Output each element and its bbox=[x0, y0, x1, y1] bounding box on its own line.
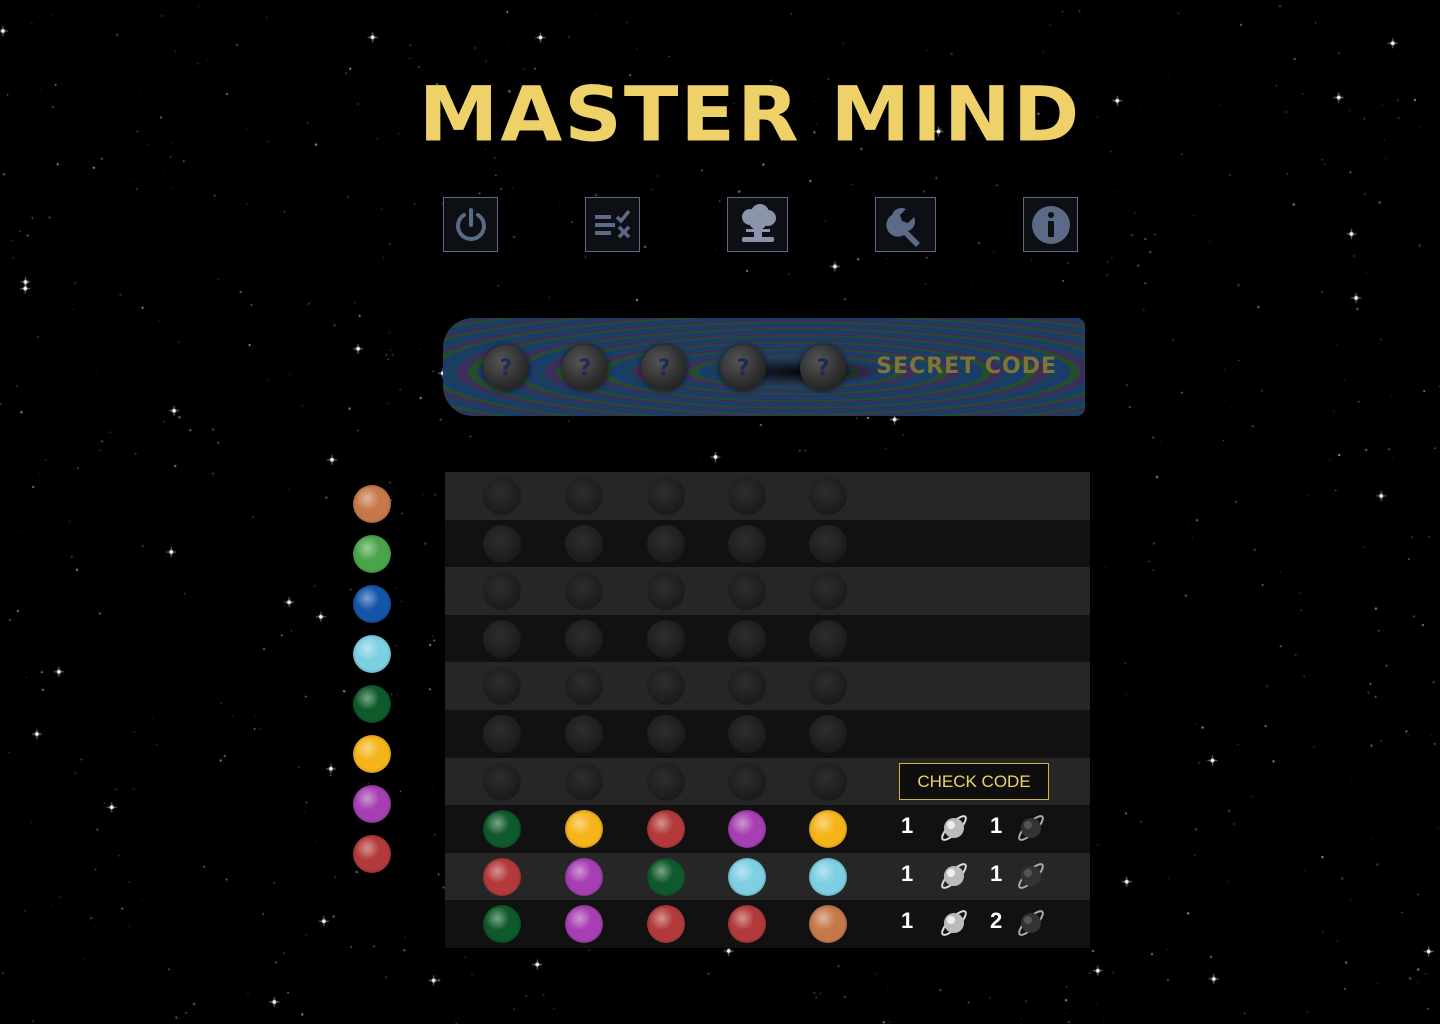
guess-peg-darkgreen bbox=[483, 905, 521, 944]
partial-match-count: 1 bbox=[990, 860, 1003, 886]
empty-slot bbox=[728, 572, 766, 611]
empty-slot bbox=[809, 524, 847, 563]
info-button[interactable] bbox=[1023, 197, 1078, 252]
power-icon bbox=[455, 207, 486, 241]
empty-slot bbox=[483, 477, 521, 515]
empty-slot bbox=[565, 619, 603, 658]
secret-slot: ? bbox=[800, 345, 846, 391]
planet-partial-icon bbox=[1014, 811, 1048, 850]
board-row bbox=[445, 662, 1090, 710]
game-board: 111112 bbox=[445, 472, 1090, 948]
empty-slot[interactable] bbox=[809, 762, 847, 801]
palette-peg-blue[interactable] bbox=[353, 585, 391, 623]
guess-peg-red bbox=[483, 857, 521, 896]
empty-slot bbox=[483, 714, 521, 753]
board-row bbox=[445, 519, 1090, 568]
empty-slot[interactable] bbox=[728, 762, 766, 801]
guess-peg-red bbox=[647, 810, 685, 849]
exact-match-count: 1 bbox=[901, 908, 914, 934]
secret-slot: ? bbox=[720, 345, 766, 391]
board-row: 12 bbox=[445, 900, 1090, 948]
palette-peg-orange[interactable] bbox=[353, 485, 391, 523]
empty-slot bbox=[728, 619, 766, 658]
empty-slot[interactable] bbox=[565, 762, 603, 801]
planet-exact-icon bbox=[937, 906, 971, 945]
guess-peg-red bbox=[728, 905, 766, 944]
bomb-button[interactable] bbox=[727, 197, 788, 252]
guess-peg-purple bbox=[565, 905, 603, 944]
palette-peg-lightgreen[interactable] bbox=[353, 535, 391, 573]
empty-slot bbox=[483, 572, 521, 611]
partial-match-count: 1 bbox=[990, 813, 1003, 839]
empty-slot bbox=[483, 524, 521, 563]
empty-slot bbox=[565, 667, 603, 706]
secret-slot: ? bbox=[483, 345, 529, 391]
wrench-icon bbox=[885, 207, 920, 247]
board-row: 11 bbox=[445, 852, 1090, 901]
secret-code-label: SECRET CODE bbox=[876, 354, 1057, 379]
guess-peg-red bbox=[647, 905, 685, 944]
guess-peg-purple bbox=[728, 810, 766, 849]
checklist-icon bbox=[594, 209, 630, 238]
partial-match-count: 2 bbox=[990, 908, 1003, 934]
secret-slot: ? bbox=[641, 345, 687, 391]
guess-peg-purple bbox=[565, 857, 603, 896]
empty-slot bbox=[647, 477, 685, 515]
empty-slot bbox=[565, 714, 603, 753]
empty-slot bbox=[809, 619, 847, 658]
secret-slot: ? bbox=[562, 345, 608, 391]
empty-slot bbox=[728, 667, 766, 706]
guess-peg-darkgreen bbox=[647, 857, 685, 896]
secret-code-panel: ? ? ? ? ? SECRET CODE bbox=[443, 318, 1085, 416]
guess-peg-cyan bbox=[809, 857, 847, 896]
empty-slot bbox=[565, 572, 603, 611]
settings-button[interactable] bbox=[875, 197, 936, 252]
guess-peg-darkgreen bbox=[483, 810, 521, 849]
planet-partial-icon bbox=[1014, 906, 1048, 945]
board-row bbox=[445, 614, 1090, 663]
explosion-icon bbox=[741, 203, 776, 242]
palette-peg-cyan[interactable] bbox=[353, 635, 391, 673]
empty-slot bbox=[728, 524, 766, 563]
planet-partial-icon bbox=[1014, 859, 1048, 898]
guess-peg-yellow bbox=[809, 810, 847, 849]
empty-slot bbox=[647, 714, 685, 753]
board-row bbox=[445, 472, 1090, 520]
empty-slot bbox=[647, 619, 685, 658]
empty-slot bbox=[809, 667, 847, 706]
palette-peg-red[interactable] bbox=[353, 835, 391, 873]
empty-slot bbox=[647, 667, 685, 706]
empty-slot bbox=[809, 714, 847, 753]
palette-peg-purple[interactable] bbox=[353, 785, 391, 823]
guess-peg-yellow bbox=[565, 810, 603, 849]
check-code-button[interactable]: CHECK CODE bbox=[899, 763, 1049, 800]
planet-exact-icon bbox=[937, 859, 971, 898]
board-row bbox=[445, 567, 1090, 615]
power-button[interactable] bbox=[443, 197, 498, 252]
empty-slot bbox=[483, 667, 521, 706]
empty-slot bbox=[728, 714, 766, 753]
empty-slot bbox=[483, 619, 521, 658]
empty-slot[interactable] bbox=[647, 762, 685, 801]
empty-slot bbox=[565, 524, 603, 563]
board-row bbox=[445, 709, 1090, 758]
guess-peg-orange bbox=[809, 905, 847, 944]
empty-slot bbox=[728, 477, 766, 515]
info-icon bbox=[1031, 205, 1070, 244]
empty-slot bbox=[647, 572, 685, 611]
game-title: MASTER MIND bbox=[418, 70, 1082, 159]
empty-slot[interactable] bbox=[483, 762, 521, 801]
palette-peg-darkgreen[interactable] bbox=[353, 685, 391, 723]
empty-slot bbox=[809, 572, 847, 611]
rules-button[interactable] bbox=[585, 197, 640, 252]
palette-peg-yellow[interactable] bbox=[353, 735, 391, 773]
planet-exact-icon bbox=[937, 811, 971, 850]
empty-slot bbox=[647, 524, 685, 563]
empty-slot bbox=[809, 477, 847, 515]
board-row: 11 bbox=[445, 805, 1090, 853]
exact-match-count: 1 bbox=[901, 813, 914, 839]
guess-peg-cyan bbox=[728, 857, 766, 896]
exact-match-count: 1 bbox=[901, 860, 914, 886]
empty-slot bbox=[565, 477, 603, 515]
